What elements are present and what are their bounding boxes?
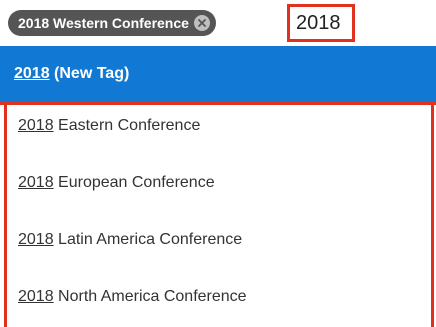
selected-tag-pill: 2018 Western Conference	[8, 10, 216, 36]
tag-search-input-value: 2018	[296, 12, 341, 34]
suggestion-match-text: 2018	[18, 231, 54, 248]
suggestion-item[interactable]: 2018 North America Conference	[18, 288, 247, 312]
tag-select-widget: 2018 Western Conference 2018 2018 (New T…	[0, 0, 436, 327]
suggestion-item[interactable]: 2018 European Conference	[18, 174, 215, 198]
suggestion-rest-text: North America Conference	[53, 288, 247, 305]
suggestion-match-text: 2018	[18, 117, 54, 134]
suggestion-rest-text: Eastern Conference	[53, 117, 201, 134]
selected-tag-label: 2018 Western Conference	[18, 15, 189, 31]
suggestion-list: 2018 Eastern Conference 2018 European Co…	[4, 105, 434, 327]
tag-input-row: 2018 Western Conference 2018	[0, 0, 436, 46]
suggestion-item[interactable]: 2018 Eastern Conference	[18, 117, 200, 141]
new-tag-suffix: (New Tag)	[49, 65, 130, 82]
suggestion-match-text: 2018	[18, 288, 54, 305]
tag-suggestions-dropdown: 2018 (New Tag) 2018 Eastern Conference 2…	[0, 46, 436, 327]
close-circle-icon[interactable]	[193, 15, 210, 31]
new-tag-match-text: 2018	[14, 65, 50, 82]
suggestion-item[interactable]: 2018 Latin America Conference	[18, 231, 242, 255]
suggestion-rest-text: Latin America Conference	[53, 231, 243, 248]
tag-search-input[interactable]: 2018	[287, 4, 355, 42]
new-tag-option[interactable]: 2018 (New Tag)	[0, 46, 436, 105]
suggestion-rest-text: European Conference	[53, 174, 215, 191]
suggestion-match-text: 2018	[18, 174, 54, 191]
